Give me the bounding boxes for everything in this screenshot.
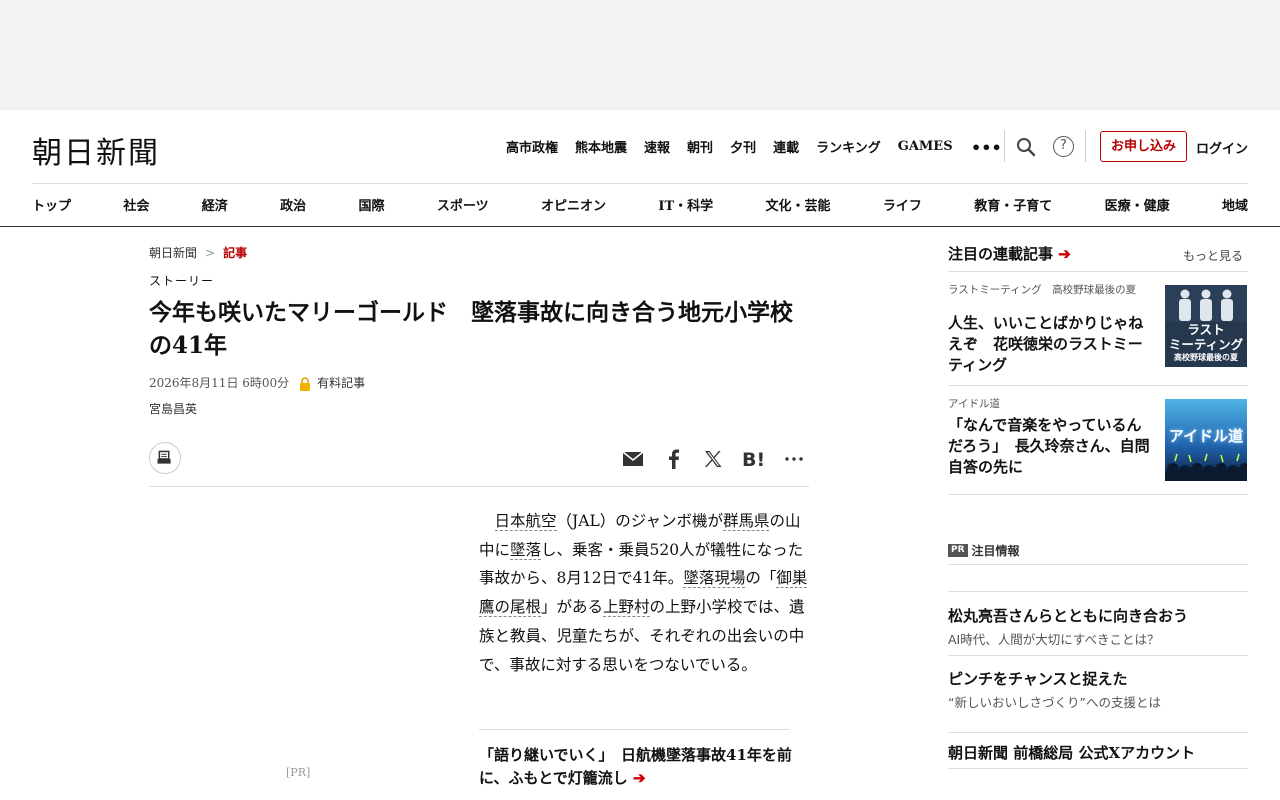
article-body: 日本航空（JAL）のジャンボ機が群馬県の山中に墜落し、乗客・乗員520人が犠牲に… xyxy=(479,507,809,679)
share-divider xyxy=(149,486,809,487)
sidebar-divider xyxy=(948,271,1248,272)
nav-item-local[interactable]: 地域 xyxy=(1222,195,1248,214)
term-link-crash[interactable]: 墜落 xyxy=(510,540,542,560)
header-link-breaking[interactable]: 速報 xyxy=(644,137,670,156)
mail-icon[interactable] xyxy=(622,448,644,470)
x-account-link[interactable]: 朝日新聞 前橋総局 公式Xアカウント xyxy=(948,742,1195,763)
ad-pr-label: [PR] xyxy=(286,766,311,779)
arrow-right-icon: ➔ xyxy=(633,769,646,787)
sidebar-divider xyxy=(948,385,1248,386)
nav-item-top[interactable]: トップ xyxy=(32,195,71,214)
login-link[interactable]: ログイン xyxy=(1196,138,1248,157)
body-text-segment: 」がある xyxy=(541,598,604,617)
more-share-icon[interactable] xyxy=(783,448,805,470)
nav-item-international[interactable]: 国際 xyxy=(359,195,385,214)
sponsored-heading-label: 注目情報 xyxy=(971,544,1020,558)
site-logo[interactable]: 朝日新聞 xyxy=(32,128,160,172)
related-article-link[interactable]: 「語り継いでいく」 日航機墜落事故41年を前に、ふもとで灯籠流し ➔ xyxy=(479,744,799,790)
arrow-right-icon: ➔ xyxy=(1058,245,1071,263)
sponsored-heading: PR 注目情報 xyxy=(948,542,1020,559)
article-headline: 今年も咲いたマリーゴールド 墜落事故に向き合う地元小学校の41年 xyxy=(149,299,793,359)
term-link-crash-site[interactable]: 墜落現場 xyxy=(683,569,746,589)
paid-article-label: 有料記事 xyxy=(317,376,366,390)
article-meta: 2026年8月11日 6時00分 有料記事 xyxy=(149,374,365,391)
search-icon[interactable] xyxy=(1016,137,1036,157)
nav-item-society[interactable]: 社会 xyxy=(123,195,149,214)
top-ad-banner xyxy=(0,0,1280,110)
series-article-headline[interactable]: 「なんで音楽をやっているんだろう」 長久玲奈さん、自問自答の先に xyxy=(948,415,1156,478)
sidebar-divider xyxy=(948,494,1248,495)
x-icon[interactable] xyxy=(702,448,724,470)
sidebar-divider xyxy=(948,732,1248,733)
help-icon[interactable]: ? xyxy=(1053,136,1074,157)
series-label[interactable]: アイドル道 xyxy=(948,398,1156,410)
story-label: ストーリー xyxy=(149,274,215,288)
header-link-ranking[interactable]: ランキング xyxy=(816,137,881,156)
facebook-icon[interactable] xyxy=(663,448,685,470)
sidebar-divider xyxy=(948,564,1248,565)
thumbnail-title: アイドル道 xyxy=(1168,427,1244,445)
header-link-evening[interactable]: 夕刊 xyxy=(730,137,756,156)
subscribe-button[interactable]: お申し込み xyxy=(1100,131,1187,162)
series-thumbnail-idol[interactable]: アイドル道 xyxy=(1165,399,1247,481)
sponsored-item-title[interactable]: 松丸亮吾さんらとともに向き合おう xyxy=(948,605,1188,626)
related-divider xyxy=(479,729,789,730)
header-divider xyxy=(1085,130,1086,162)
nav-item-sports[interactable]: スポーツ xyxy=(437,195,489,214)
thumbnail-text-line: ミーティング xyxy=(1168,337,1244,352)
sponsored-item-subtitle[interactable]: “新しいおいしさづくり”への支援とは xyxy=(948,692,1161,711)
body-text-segment: （JAL）のジャンボ機が xyxy=(556,512,723,530)
body-indent xyxy=(479,512,495,530)
header-link-games[interactable]: GAMES xyxy=(898,139,953,154)
breadcrumb-current: 記事 xyxy=(223,246,248,260)
nav-item-health[interactable]: 医療・健康 xyxy=(1105,195,1170,214)
term-link-gunma[interactable]: 群馬県 xyxy=(722,512,770,531)
see-more-link[interactable]: もっと見る xyxy=(1183,247,1243,264)
thumbnail-subtitle: 高校野球最後の夏 xyxy=(1174,353,1238,362)
pr-badge: PR xyxy=(948,544,968,557)
body-text-segment: の「 xyxy=(745,569,777,588)
breadcrumb-home[interactable]: 朝日新聞 xyxy=(149,246,197,260)
header-link-series[interactable]: 連載 xyxy=(773,137,799,156)
thumbnail-text-line: ラスト xyxy=(1187,322,1225,337)
category-nav: トップ 社会 経済 政治 国際 スポーツ オピニオン IT・科学 文化・芸能 ラ… xyxy=(32,195,1248,214)
nav-bottom-border xyxy=(0,226,1280,227)
sidebar-divider xyxy=(948,768,1248,769)
print-icon xyxy=(157,450,171,464)
nav-item-education[interactable]: 教育・子育て xyxy=(974,195,1052,214)
header-link-morning[interactable]: 朝刊 xyxy=(687,137,713,156)
series-thumbnail-last-meeting[interactable]: ラスト ミーティング 高校野球最後の夏 xyxy=(1165,285,1247,367)
more-menu-icon[interactable]: ••• xyxy=(971,138,1002,157)
lock-icon xyxy=(300,376,311,391)
hatena-bookmark-icon[interactable]: B! xyxy=(742,448,766,470)
nav-item-life[interactable]: ライフ xyxy=(883,195,922,214)
header-link-kumamoto[interactable]: 熊本地震 xyxy=(575,137,627,156)
nav-divider xyxy=(32,183,1248,184)
nav-item-it-science[interactable]: IT・科学 xyxy=(658,195,713,214)
publish-date: 2026年8月11日 6時00分 xyxy=(149,376,290,390)
thumbnail-title: ラスト ミーティング 高校野球最後の夏 xyxy=(1165,322,1247,364)
author-name[interactable]: 宮島昌英 xyxy=(149,400,197,417)
series-label[interactable]: ラストミーティング 高校野球最後の夏 xyxy=(948,284,1156,296)
featured-series-label: 注目の連載記事 xyxy=(948,245,1054,263)
breadcrumb-separator: > xyxy=(205,246,216,260)
sidebar-divider xyxy=(948,591,1248,592)
series-article-headline[interactable]: 人生、いいことばかりじゃねえぞ 花咲徳栄のラストミーティング xyxy=(948,313,1156,376)
breadcrumb: 朝日新聞 > 記事 xyxy=(149,244,247,261)
sponsored-item-subtitle[interactable]: AI時代、人間が大切にすべきことは？ xyxy=(948,629,1160,648)
header-top-links: 高市政権 熊本地震 速報 朝刊 夕刊 連載 ランキング GAMES xyxy=(506,137,969,156)
nav-item-opinion[interactable]: オピニオン xyxy=(541,195,606,214)
term-link-jal[interactable]: 日本航空 xyxy=(494,512,557,531)
sidebar-divider xyxy=(948,655,1248,656)
term-link-uenomura[interactable]: 上野村 xyxy=(603,598,650,618)
nav-item-politics[interactable]: 政治 xyxy=(280,195,306,214)
nav-item-culture[interactable]: 文化・芸能 xyxy=(765,195,830,214)
sponsored-item-title[interactable]: ピンチをチャンスと捉えた xyxy=(948,668,1128,689)
print-button[interactable] xyxy=(149,442,181,474)
svg-text:B!: B! xyxy=(742,449,765,470)
featured-series-title[interactable]: 注目の連載記事 ➔ xyxy=(948,243,1071,264)
header-divider xyxy=(1004,130,1005,162)
nav-item-economy[interactable]: 経済 xyxy=(202,195,228,214)
header-link-takaichi[interactable]: 高市政権 xyxy=(506,137,558,156)
